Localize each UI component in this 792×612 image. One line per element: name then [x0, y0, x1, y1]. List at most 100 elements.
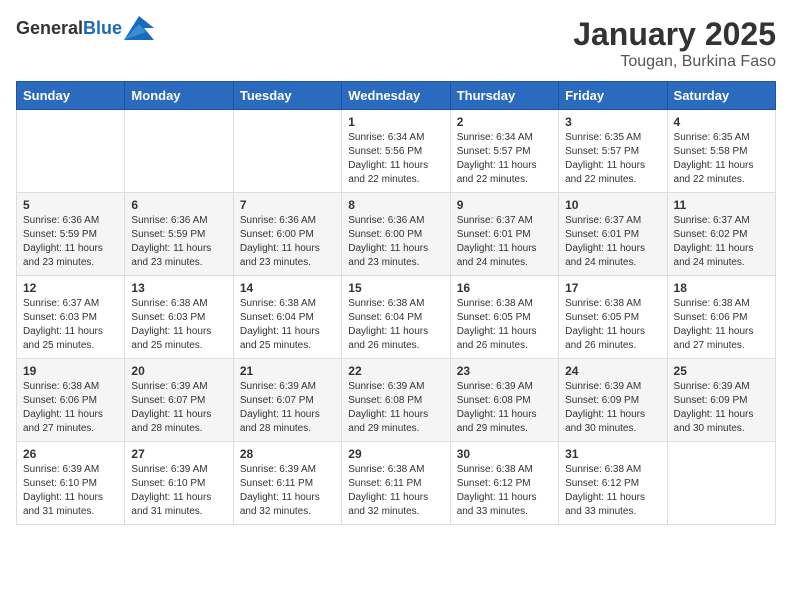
day-info: Sunrise: 6:39 AMSunset: 6:09 PMDaylight:…	[674, 380, 769, 436]
calendar-cell: 29Sunrise: 6:38 AMSunset: 6:11 PMDayligh…	[342, 442, 450, 525]
day-number: 27	[131, 447, 226, 461]
calendar-cell: 16Sunrise: 6:38 AMSunset: 6:05 PMDayligh…	[450, 276, 558, 359]
calendar-cell: 23Sunrise: 6:39 AMSunset: 6:08 PMDayligh…	[450, 359, 558, 442]
day-info: Sunrise: 6:38 AMSunset: 6:04 PMDaylight:…	[348, 297, 443, 353]
calendar-table: SundayMondayTuesdayWednesdayThursdayFrid…	[16, 81, 776, 525]
day-info: Sunrise: 6:38 AMSunset: 6:03 PMDaylight:…	[131, 297, 226, 353]
calendar-cell: 3 Sunrise: 6:35 AMSunset: 5:57 PMDaylight…	[559, 110, 667, 193]
day-number: 21	[240, 364, 335, 378]
day-number: 28	[240, 447, 335, 461]
logo: GeneralBlue	[16, 16, 154, 40]
calendar-title: January 2025	[573, 16, 776, 53]
day-info: Sunrise: 6:35 AMSunset: 5:58 PMDaylight:…	[674, 131, 769, 187]
day-of-week-header: Friday	[559, 82, 667, 110]
calendar-cell: 9 Sunrise: 6:37 AMSunset: 6:01 PMDaylight…	[450, 193, 558, 276]
calendar-cell: 28Sunrise: 6:39 AMSunset: 6:11 PMDayligh…	[233, 442, 341, 525]
day-info: Sunrise: 6:38 AMSunset: 6:06 PMDaylight:…	[23, 380, 118, 436]
day-info: Sunrise: 6:39 AMSunset: 6:07 PMDaylight:…	[131, 380, 226, 436]
calendar-cell: 7Sunrise: 6:36 AMSunset: 6:00 PMDaylight…	[233, 193, 341, 276]
day-number: 31	[565, 447, 660, 461]
day-info: Sunrise: 6:37 AMSunset: 6:01 PMDaylight:…	[457, 214, 552, 270]
day-number: 13	[131, 281, 226, 295]
day-number: 3	[565, 115, 660, 129]
day-of-week-header: Sunday	[17, 82, 125, 110]
calendar-cell: 22Sunrise: 6:39 AMSunset: 6:08 PMDayligh…	[342, 359, 450, 442]
logo-bird-icon	[124, 16, 154, 40]
calendar-cell: 13 Sunrise: 6:38 AMSunset: 6:03 PMDayligh…	[125, 276, 233, 359]
calendar-cell: 8Sunrise: 6:36 AMSunset: 6:00 PMDaylight…	[342, 193, 450, 276]
day-number: 20	[131, 364, 226, 378]
day-number: 30	[457, 447, 552, 461]
page-header: GeneralBlue January 2025 Tougan, Burkina…	[16, 16, 776, 71]
calendar-cell: 17 Sunrise: 6:38 AMSunset: 6:05 PMDayligh…	[559, 276, 667, 359]
day-info: Sunrise: 6:39 AMSunset: 6:10 PMDaylight:…	[23, 463, 118, 519]
day-info: Sunrise: 6:38 AMSunset: 6:04 PMDaylight:…	[240, 297, 335, 353]
calendar-cell	[667, 442, 775, 525]
calendar-header-row: SundayMondayTuesdayWednesdayThursdayFrid…	[17, 82, 776, 110]
day-number: 6	[131, 198, 226, 212]
day-number: 19	[23, 364, 118, 378]
logo-blue: Blue	[83, 18, 122, 38]
day-info: Sunrise: 6:35 AMSunset: 5:57 PMDaylight:…	[565, 131, 660, 187]
day-of-week-header: Tuesday	[233, 82, 341, 110]
calendar-cell: 12Sunrise: 6:37 AMSunset: 6:03 PMDayligh…	[17, 276, 125, 359]
calendar-cell: 19 Sunrise: 6:38 AMSunset: 6:06 PMDayligh…	[17, 359, 125, 442]
day-info: Sunrise: 6:36 AMSunset: 5:59 PMDaylight:…	[23, 214, 118, 270]
day-info: Sunrise: 6:38 AMSunset: 6:06 PMDaylight:…	[674, 297, 769, 353]
calendar-cell: 5 Sunrise: 6:36 AMSunset: 5:59 PMDaylight…	[17, 193, 125, 276]
day-of-week-header: Wednesday	[342, 82, 450, 110]
day-info: Sunrise: 6:38 AMSunset: 6:05 PMDaylight:…	[565, 297, 660, 353]
day-info: Sunrise: 6:34 AMSunset: 5:56 PMDaylight:…	[348, 131, 443, 187]
calendar-week-row: 26 Sunrise: 6:39 AMSunset: 6:10 PMDayligh…	[17, 442, 776, 525]
calendar-cell: 15Sunrise: 6:38 AMSunset: 6:04 PMDayligh…	[342, 276, 450, 359]
calendar-week-row: 19 Sunrise: 6:38 AMSunset: 6:06 PMDayligh…	[17, 359, 776, 442]
day-number: 18	[674, 281, 769, 295]
day-number: 16	[457, 281, 552, 295]
logo-general: General	[16, 18, 83, 38]
day-info: Sunrise: 6:37 AMSunset: 6:02 PMDaylight:…	[674, 214, 769, 270]
day-number: 14	[240, 281, 335, 295]
day-info: Sunrise: 6:39 AMSunset: 6:08 PMDaylight:…	[457, 380, 552, 436]
day-info: Sunrise: 6:34 AMSunset: 5:57 PMDaylight:…	[457, 131, 552, 187]
day-of-week-header: Thursday	[450, 82, 558, 110]
day-of-week-header: Monday	[125, 82, 233, 110]
calendar-cell: 14 Sunrise: 6:38 AMSunset: 6:04 PMDayligh…	[233, 276, 341, 359]
day-number: 4	[674, 115, 769, 129]
calendar-cell: 6 Sunrise: 6:36 AMSunset: 5:59 PMDaylight…	[125, 193, 233, 276]
calendar-cell: 4 Sunrise: 6:35 AMSunset: 5:58 PMDaylight…	[667, 110, 775, 193]
calendar-cell: 1 Sunrise: 6:34 AMSunset: 5:56 PMDaylight…	[342, 110, 450, 193]
calendar-week-row: 1 Sunrise: 6:34 AMSunset: 5:56 PMDaylight…	[17, 110, 776, 193]
day-info: Sunrise: 6:37 AMSunset: 6:03 PMDaylight:…	[23, 297, 118, 353]
day-number: 22	[348, 364, 443, 378]
day-of-week-header: Saturday	[667, 82, 775, 110]
day-number: 1	[348, 115, 443, 129]
day-number: 7	[240, 198, 335, 212]
calendar-cell: 31Sunrise: 6:38 AMSunset: 6:12 PMDayligh…	[559, 442, 667, 525]
day-info: Sunrise: 6:39 AMSunset: 6:07 PMDaylight:…	[240, 380, 335, 436]
calendar-week-row: 5 Sunrise: 6:36 AMSunset: 5:59 PMDaylight…	[17, 193, 776, 276]
calendar-cell: 25 Sunrise: 6:39 AMSunset: 6:09 PMDayligh…	[667, 359, 775, 442]
day-info: Sunrise: 6:36 AMSunset: 5:59 PMDaylight:…	[131, 214, 226, 270]
calendar-cell	[125, 110, 233, 193]
day-number: 5	[23, 198, 118, 212]
day-info: Sunrise: 6:39 AMSunset: 6:10 PMDaylight:…	[131, 463, 226, 519]
day-number: 17	[565, 281, 660, 295]
day-info: Sunrise: 6:39 AMSunset: 6:09 PMDaylight:…	[565, 380, 660, 436]
day-info: Sunrise: 6:37 AMSunset: 6:01 PMDaylight:…	[565, 214, 660, 270]
logo-text: GeneralBlue	[16, 18, 122, 39]
day-number: 11	[674, 198, 769, 212]
day-number: 24	[565, 364, 660, 378]
day-info: Sunrise: 6:38 AMSunset: 6:12 PMDaylight:…	[457, 463, 552, 519]
calendar-title-block: January 2025 Tougan, Burkina Faso	[573, 16, 776, 71]
day-number: 8	[348, 198, 443, 212]
calendar-cell: 27 Sunrise: 6:39 AMSunset: 6:10 PMDayligh…	[125, 442, 233, 525]
calendar-cell: 2Sunrise: 6:34 AMSunset: 5:57 PMDaylight…	[450, 110, 558, 193]
calendar-cell	[17, 110, 125, 193]
day-number: 26	[23, 447, 118, 461]
calendar-cell: 10Sunrise: 6:37 AMSunset: 6:01 PMDayligh…	[559, 193, 667, 276]
day-number: 9	[457, 198, 552, 212]
calendar-cell: 20 Sunrise: 6:39 AMSunset: 6:07 PMDayligh…	[125, 359, 233, 442]
day-number: 29	[348, 447, 443, 461]
calendar-cell	[233, 110, 341, 193]
day-number: 25	[674, 364, 769, 378]
